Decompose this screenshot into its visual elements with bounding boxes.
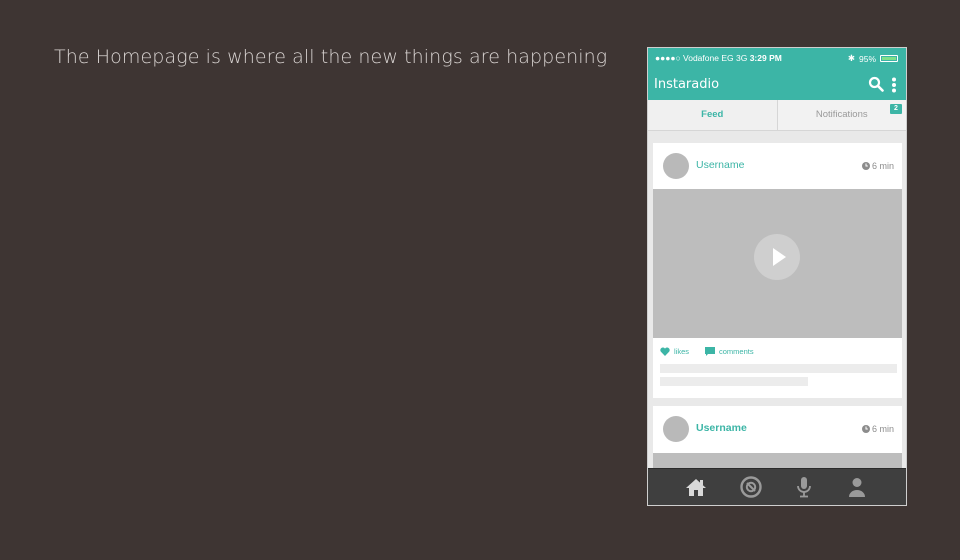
- post-media[interactable]: [653, 189, 902, 338]
- feed-post: Username 6 min likes comments: [653, 143, 902, 398]
- comments-button[interactable]: comments: [705, 347, 754, 356]
- app-bar: Instaradio: [648, 68, 906, 100]
- post-username[interactable]: Username: [696, 422, 747, 434]
- tab-notifications[interactable]: Notifications 2: [778, 100, 907, 130]
- phone-mockup: ●●●●○ Vodafone EG 3G 3:29 PM ✱ 95% Insta…: [647, 47, 907, 506]
- status-left: ●●●●○ Vodafone EG 3G 3:29 PM: [655, 53, 782, 63]
- comment-icon: [705, 347, 716, 356]
- tab-bar: Feed Notifications 2: [648, 100, 906, 131]
- notification-badge: 2: [890, 104, 902, 114]
- status-bar: ●●●●○ Vodafone EG 3G 3:29 PM ✱ 95%: [648, 48, 906, 68]
- status-right: ✱ 95%: [848, 53, 898, 64]
- text-placeholder-line: [660, 377, 808, 386]
- home-icon[interactable]: [685, 476, 707, 498]
- likes-label: likes: [674, 347, 690, 356]
- battery-icon: [880, 55, 898, 62]
- post-time: 6 min: [861, 424, 894, 434]
- text-placeholder-line: [660, 364, 897, 373]
- network-type: 3G: [735, 53, 748, 63]
- status-time: 3:29 PM: [749, 53, 782, 63]
- avatar[interactable]: [663, 153, 689, 179]
- search-icon[interactable]: [868, 76, 884, 92]
- page-caption: The Homepage is where all the new things…: [54, 46, 608, 68]
- tab-notifications-label: Notifications: [815, 109, 868, 120]
- carrier: ●●●●○ Vodafone EG: [655, 53, 734, 63]
- microphone-icon[interactable]: [793, 476, 815, 498]
- post-time-label: 6 min: [871, 161, 894, 171]
- post-username[interactable]: Username: [696, 159, 744, 171]
- likes-button[interactable]: likes: [660, 347, 689, 356]
- tab-feed[interactable]: Feed: [648, 100, 778, 130]
- bluetooth-icon: ✱: [847, 53, 855, 63]
- bottom-navigation: [648, 468, 906, 505]
- discover-icon[interactable]: [740, 476, 762, 498]
- post-time-label: 6 min: [871, 424, 894, 434]
- profile-icon[interactable]: [846, 476, 868, 498]
- clock-icon: [861, 162, 870, 170]
- clock-icon: [861, 425, 870, 433]
- heart-icon: [660, 347, 670, 356]
- comments-label: comments: [719, 347, 754, 356]
- more-options-icon[interactable]: [891, 77, 897, 93]
- post-time: 6 min: [861, 161, 894, 171]
- app-title: Instaradio: [654, 77, 720, 92]
- post-actions: likes comments: [660, 347, 754, 356]
- play-icon[interactable]: [754, 234, 800, 280]
- battery-percent: 95%: [858, 53, 876, 64]
- avatar[interactable]: [663, 416, 689, 442]
